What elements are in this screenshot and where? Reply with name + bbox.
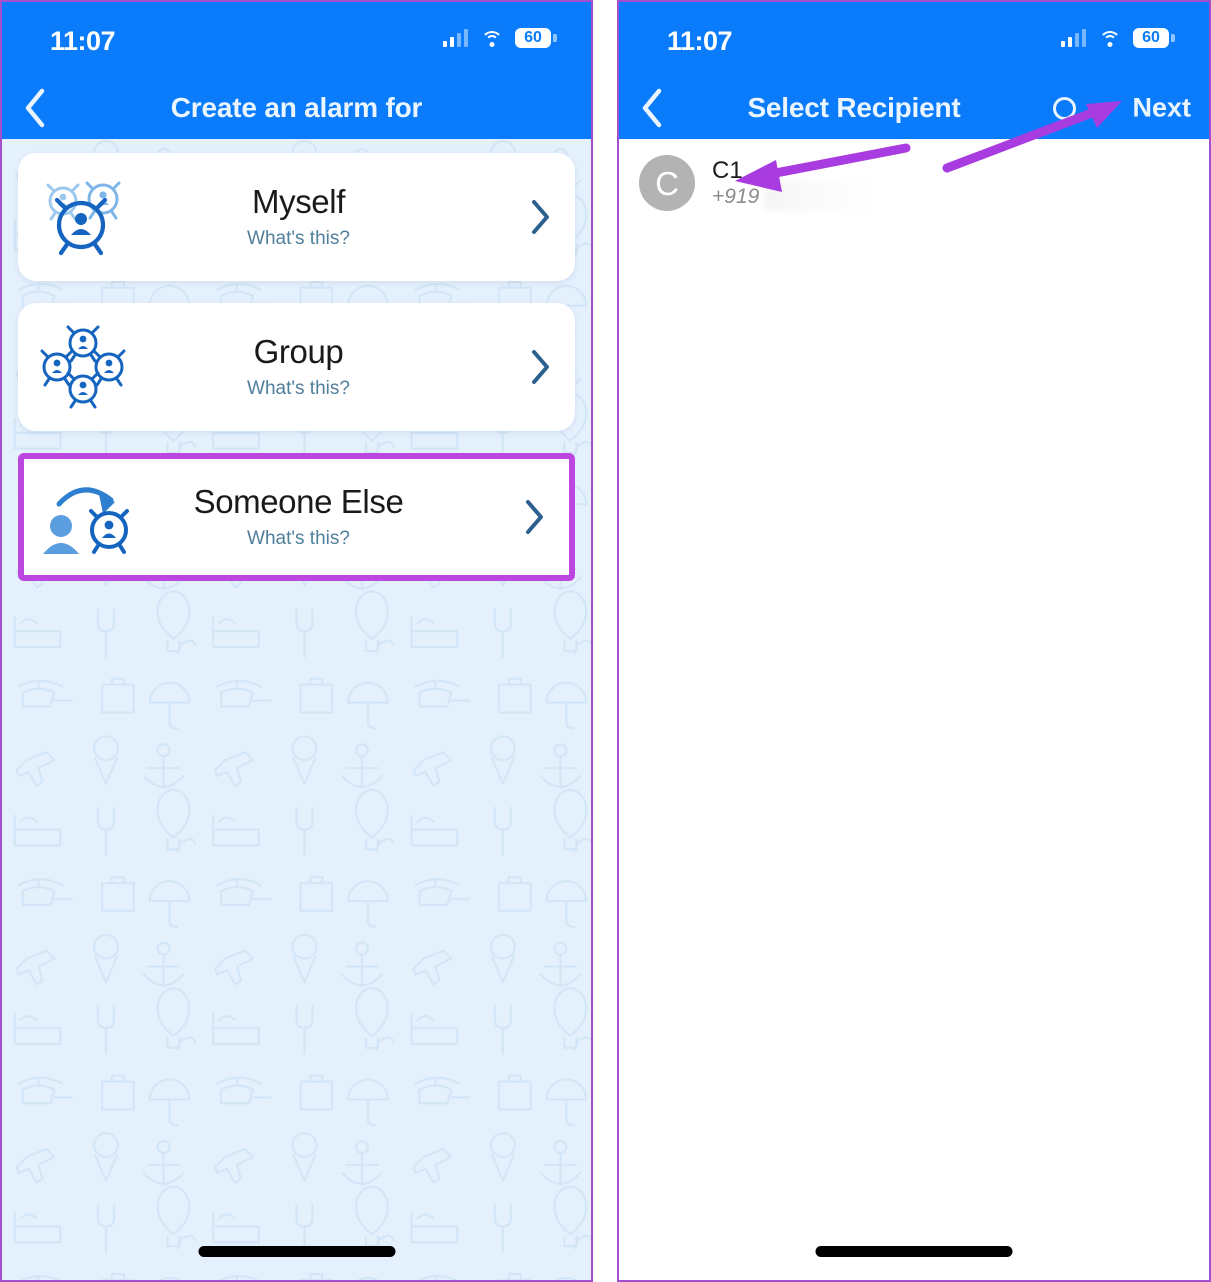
option-title: Myself [252,182,345,220]
battery-level-label: 60 [515,28,551,48]
status-clock: 11:07 [667,26,733,56]
contact-name: C1 [712,156,743,184]
search-icon[interactable] [1047,91,1081,125]
home-indicator-bar[interactable] [815,1246,1013,1257]
redaction-blur [764,181,882,212]
status-clock: 11:07 [50,26,116,56]
option-card-group[interactable]: Group What's this? [18,303,575,431]
right-nav-bar: Select Recipient Next [619,77,1209,139]
chevron-right-icon[interactable] [505,198,575,236]
option-card-wrap-myself: Myself What's this? [18,153,575,281]
wifi-icon [1098,30,1121,47]
next-button[interactable]: Next [1132,93,1191,124]
option-title: Someone Else [193,482,404,520]
left-nav-bar: Create an alarm for [2,77,591,139]
status-icons-group: 60 [442,28,557,48]
contact-details: C1 +919 [712,156,882,212]
option-card-wrap-someone-else: Someone Else What's this? [18,453,575,581]
status-icons-group: 60 [1060,28,1175,48]
contact-phone: +919 [712,181,882,212]
battery-level-label: 60 [1133,28,1169,48]
wifi-icon [480,30,503,47]
battery-icon: 60 [1133,28,1175,48]
page-title: Create an alarm for [170,92,423,123]
page-title: Select Recipient [747,92,961,123]
cellular-bars-icon [1060,28,1086,47]
option-card-someone-else[interactable]: Someone Else What's this? [24,459,569,575]
option-text-someone-else: Someone Else What's this? [98,482,499,551]
contact-phone-text: +919 [712,185,760,209]
whats-this-link[interactable]: What's this? [247,378,350,400]
cellular-bars-icon [442,28,468,47]
option-title: Group [253,332,344,370]
back-chevron-icon[interactable] [14,87,56,129]
option-card-myself[interactable]: Myself What's this? [18,153,575,281]
home-indicator-bar[interactable] [198,1246,395,1257]
contact-list-item[interactable]: C C1 +919 [619,139,1209,212]
avatar: C [639,155,695,211]
right-phone-screen: 11:07 60 Select Recipient Next C C1 +919 [617,0,1211,1282]
screenshot-stage: 11:07 60 Create an alarm for Myself What… [0,0,1211,1282]
whats-this-link[interactable]: What's this? [247,228,350,250]
alarm-target-options-list: Myself What's this? Group What's this? S… [2,139,591,603]
whats-this-link[interactable]: What's this? [247,528,350,550]
option-text-group: Group What's this? [92,332,505,401]
battery-icon: 60 [515,28,557,48]
chevron-right-icon[interactable] [499,498,569,536]
chevron-right-icon[interactable] [505,348,575,386]
option-text-myself: Myself What's this? [92,182,505,251]
back-chevron-icon[interactable] [631,87,673,129]
left-phone-screen: 11:07 60 Create an alarm for Myself What… [0,0,593,1282]
option-card-wrap-group: Group What's this? [18,303,575,431]
